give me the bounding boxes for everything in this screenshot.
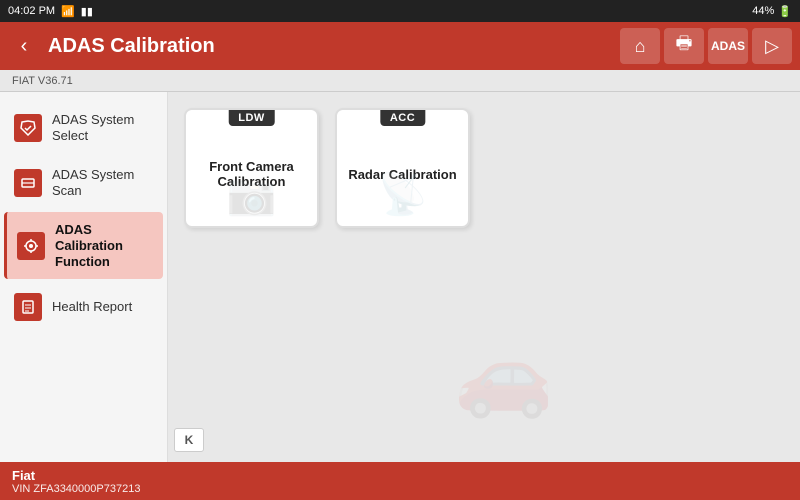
- status-bar: 04:02 PM 📶 ▮▮ 44% 🔋: [0, 0, 800, 22]
- signal-icon: ▮▮: [81, 5, 93, 18]
- wifi-icon: 📶: [61, 5, 75, 18]
- header-icons: ⌂ 🖶 ADAS ▷: [620, 28, 792, 64]
- home-icon: ⌂: [635, 36, 646, 57]
- back-button[interactable]: ‹: [8, 30, 40, 62]
- back-icon: ‹: [21, 35, 28, 58]
- header-bar: ‹ ADAS Calibration ⌂ 🖶 ADAS ▷: [0, 22, 800, 70]
- page-title: ADAS Calibration: [48, 35, 620, 58]
- card-watermark-camera: 📷: [227, 171, 277, 218]
- battery-icon: 🔋: [778, 5, 792, 18]
- status-right: 44% 🔋: [752, 5, 792, 18]
- vin-info: Fiat VIN ZFA3340000P737213: [12, 468, 140, 495]
- sidebar-label-adas-system-scan: ADAS System Scan: [52, 167, 153, 198]
- version-bar: FIAT V36.71: [0, 70, 800, 92]
- adas-calib-icon: [17, 232, 45, 260]
- status-left: 04:02 PM 📶 ▮▮: [8, 5, 93, 18]
- sidebar-label-adas-system-select: ADAS System Select: [52, 112, 153, 143]
- battery-text: 44%: [752, 5, 774, 17]
- sidebar: ADAS System Select ADAS System Scan: [0, 92, 168, 462]
- car-make: Fiat: [12, 468, 140, 483]
- sidebar-item-adas-system-scan[interactable]: ADAS System Scan: [4, 157, 163, 208]
- version-text: FIAT V36.71: [12, 75, 73, 87]
- adas-button[interactable]: ADAS: [708, 28, 748, 64]
- content-area: LDW 📷 Front Camera Calibration ACC 📡 Rad…: [168, 92, 800, 462]
- sidebar-label-health-report: Health Report: [52, 299, 132, 315]
- main-layout: ADAS System Select ADAS System Scan: [0, 92, 800, 462]
- export-icon: ▷: [765, 36, 779, 57]
- card-watermark-radar: 📡: [378, 171, 428, 218]
- vin-number: VIN ZFA3340000P737213: [12, 483, 140, 495]
- adas-scan-icon: [14, 169, 42, 197]
- footer-bar: Fiat VIN ZFA3340000P737213: [0, 462, 800, 500]
- sidebar-item-adas-calibration-function[interactable]: ADAS Calibration Function: [4, 212, 163, 279]
- car-watermark: 🚗: [454, 328, 554, 422]
- acc-badge: ACC: [380, 110, 425, 126]
- k-label: K: [185, 433, 194, 447]
- export-button[interactable]: ▷: [752, 28, 792, 64]
- adas-select-icon: [14, 114, 42, 142]
- adas-icon: ADAS: [711, 39, 745, 53]
- sidebar-label-adas-calibration-function: ADAS Calibration Function: [55, 222, 153, 269]
- vin-label: VIN: [12, 483, 33, 495]
- print-button[interactable]: 🖶: [664, 28, 704, 64]
- print-icon: 🖶: [676, 31, 693, 61]
- sidebar-item-adas-system-select[interactable]: ADAS System Select: [4, 102, 163, 153]
- health-report-icon: [14, 293, 42, 321]
- front-camera-card[interactable]: LDW 📷 Front Camera Calibration: [184, 108, 319, 228]
- vin-value: ZFA3340000P737213: [33, 483, 140, 495]
- ldw-badge: LDW: [228, 110, 275, 126]
- sidebar-item-health-report[interactable]: Health Report: [4, 283, 163, 331]
- calibration-cards-grid: LDW 📷 Front Camera Calibration ACC 📡 Rad…: [184, 108, 784, 228]
- time-display: 04:02 PM: [8, 5, 55, 17]
- radar-card[interactable]: ACC 📡 Radar Calibration: [335, 108, 470, 228]
- k-button[interactable]: K: [174, 428, 204, 452]
- home-button[interactable]: ⌂: [620, 28, 660, 64]
